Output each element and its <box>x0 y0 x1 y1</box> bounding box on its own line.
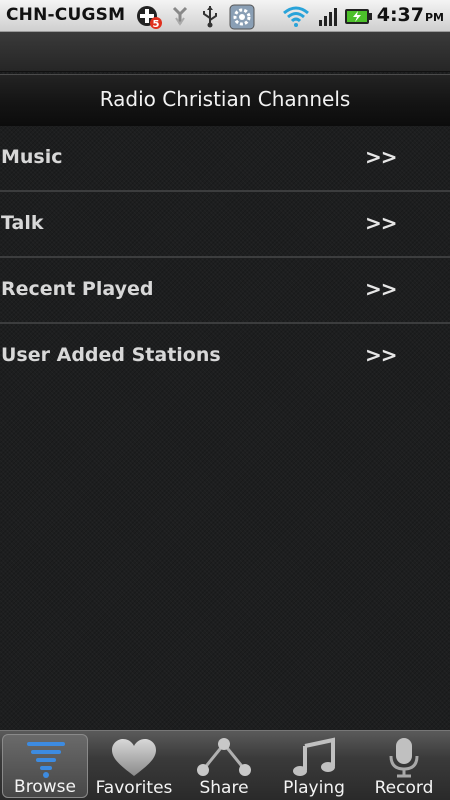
list-item-recent-played[interactable]: Recent Played >> <box>0 258 450 324</box>
tab-record[interactable]: Record <box>361 734 447 798</box>
tab-favorites[interactable]: Favorites <box>91 734 177 798</box>
tab-browse[interactable]: Browse <box>2 734 88 798</box>
list-item-label: User Added Stations <box>1 344 221 366</box>
list-item-talk[interactable]: Talk >> <box>0 192 450 258</box>
tab-label: Share <box>199 778 249 798</box>
tab-label: Favorites <box>95 778 173 798</box>
list-item-user-added-stations[interactable]: User Added Stations >> <box>0 324 450 388</box>
status-bar: CHN-CUGSM 5 4:37 PM <box>0 0 450 32</box>
chevron-right-icon: >> <box>365 211 398 235</box>
bottom-tab-bar: Browse Favorites Share Playing Record <box>0 730 450 800</box>
transfer-icon <box>170 4 190 32</box>
carrier-name: CHN-CUGSM <box>6 5 126 25</box>
signal-icon <box>318 4 342 32</box>
settings-icon <box>229 4 255 34</box>
browse-icon <box>3 737 87 779</box>
share-icon <box>181 736 267 778</box>
chevron-right-icon: >> <box>365 343 398 367</box>
music-note-icon <box>271 736 357 778</box>
microphone-icon <box>361 736 447 778</box>
clock-ampm: PM <box>424 11 444 24</box>
heart-icon <box>91 736 177 778</box>
top-bar <box>0 32 450 72</box>
channel-list: Music >> Talk >> Recent Played >> User A… <box>0 126 450 388</box>
page-title: Radio Christian Channels <box>99 87 351 111</box>
battery-charging-icon <box>344 4 374 32</box>
chevron-right-icon: >> <box>365 277 398 301</box>
list-item-label: Talk <box>1 212 44 234</box>
wifi-icon <box>282 4 310 32</box>
usb-icon <box>200 4 220 32</box>
title-bar: Radio Christian Channels <box>0 74 450 126</box>
app-screen: CHN-CUGSM 5 4:37 PM Radio Christian Chan… <box>0 0 450 800</box>
add-notification-icon: 5 <box>135 4 165 34</box>
tab-share[interactable]: Share <box>181 734 267 798</box>
tab-label: Browse <box>14 777 76 797</box>
list-item-music[interactable]: Music >> <box>0 126 450 192</box>
tab-playing[interactable]: Playing <box>271 734 357 798</box>
notification-badge-count: 5 <box>153 19 160 30</box>
list-item-label: Recent Played <box>1 278 154 300</box>
list-item-label: Music <box>1 146 63 168</box>
tab-label: Playing <box>283 778 345 798</box>
clock-time: 4:37 <box>376 4 424 26</box>
chevron-right-icon: >> <box>365 145 398 169</box>
tab-label: Record <box>374 778 434 798</box>
